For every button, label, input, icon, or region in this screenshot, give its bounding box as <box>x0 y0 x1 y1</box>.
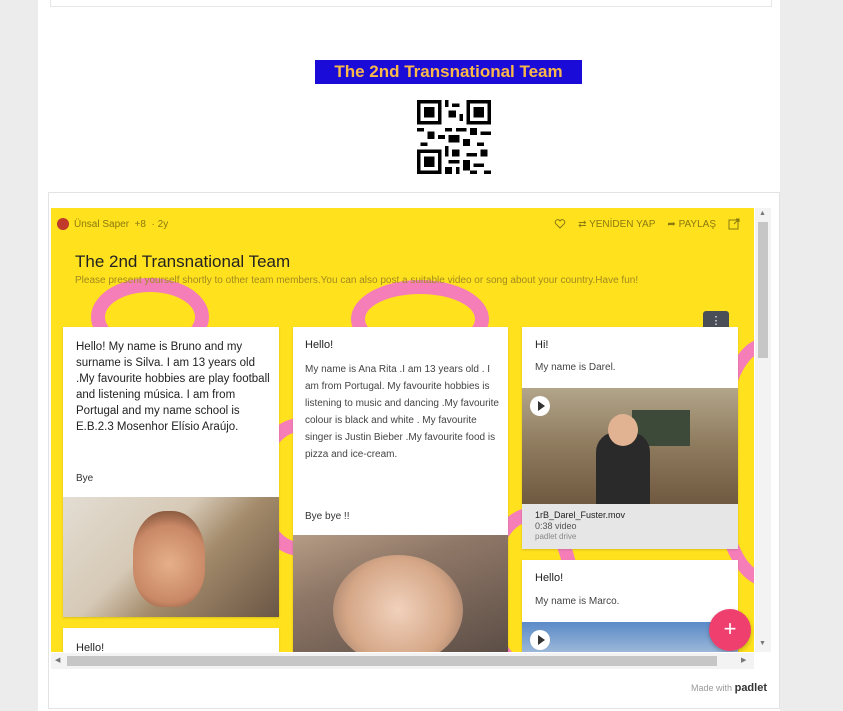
attachment-filename: 1rB_Darel_Fuster.mov <box>535 510 626 520</box>
horizontal-scrollbar[interactable]: ◀ ▶ <box>51 653 754 669</box>
scroll-up-icon[interactable]: ▲ <box>759 210 766 217</box>
avatar[interactable] <box>57 218 69 230</box>
horizontal-scroll-thumb[interactable] <box>67 656 717 666</box>
post-card[interactable]: Hello! My name is Ana Rita .I am 13 year… <box>293 327 508 652</box>
made-with-label: Made with <box>691 683 733 693</box>
remake-button[interactable]: ⇄ YENİDEN YAP <box>578 219 655 230</box>
video-subject-head <box>608 414 638 446</box>
post-text: My name is Darel. <box>535 362 616 373</box>
padlet-board: Ünsal Saper +8 · 2y ⇄ YENİDEN YAP ➦ PAYL… <box>51 208 754 652</box>
post-card[interactable]: Hello! My name is Marco. <box>522 560 738 652</box>
post-title: Hi! <box>535 339 549 351</box>
heart-icon[interactable] <box>554 218 566 230</box>
photo-subject <box>333 555 463 652</box>
post-footer: Bye bye !! <box>305 511 350 522</box>
page-title-banner: The 2nd Transnational Team <box>315 60 582 84</box>
qr-code <box>417 100 491 174</box>
remake-icon: ⇄ <box>578 218 587 230</box>
attachment-duration: 0:38 video <box>535 521 577 531</box>
page: The 2nd Transnational Team Ünsal Saper +… <box>38 0 780 711</box>
padlet-topbar: Ünsal Saper +8 · 2y ⇄ YENİDEN YAP ➦ PAYL… <box>51 208 754 238</box>
board-title: The 2nd Transnational Team <box>75 252 291 271</box>
post-age: 2y <box>157 219 169 230</box>
topbar-actions: ⇄ YENİDEN YAP ➦ PAYLAŞ <box>554 218 740 230</box>
board-description: Please present yourself shortly to other… <box>75 275 639 286</box>
post-photo <box>63 497 279 617</box>
post-text: My name is Ana Rita .I am 13 years old .… <box>305 364 499 460</box>
top-frame <box>50 0 772 7</box>
post-title: Hello! <box>76 642 105 652</box>
scroll-down-icon[interactable]: ▼ <box>759 640 766 647</box>
remake-label: YENİDEN YAP <box>589 218 656 230</box>
post-text: Hello! My name is Bruno and my surname i… <box>76 341 270 433</box>
vertical-scroll-thumb[interactable] <box>758 222 768 358</box>
video-thumbnail[interactable] <box>522 622 738 652</box>
post-title: Hello! <box>535 572 564 584</box>
post-card[interactable]: Hi! My name is Darel. 1rB_Darel_Fuster.m… <box>522 327 738 549</box>
post-card[interactable]: Hello! <box>63 628 279 652</box>
post-card[interactable]: Hello! My name is Bruno and my surname i… <box>63 327 279 617</box>
author-line: Ünsal Saper +8 · 2y <box>74 219 169 230</box>
vertical-scrollbar[interactable]: ▲ ▼ <box>755 208 771 652</box>
share-label: PAYLAŞ <box>678 218 716 230</box>
play-icon[interactable] <box>530 396 550 416</box>
post-footer: Bye <box>76 473 94 484</box>
padlet-embed: Ünsal Saper +8 · 2y ⇄ YENİDEN YAP ➦ PAYL… <box>48 192 780 709</box>
photo-subject <box>133 511 205 607</box>
open-external-icon[interactable] <box>728 218 740 230</box>
attachment-meta: 1rB_Darel_Fuster.mov 0:38 video padlet d… <box>522 504 738 549</box>
add-post-button[interactable]: + <box>709 609 751 651</box>
scroll-right-icon[interactable]: ▶ <box>741 656 746 664</box>
made-with-padlet[interactable]: Made with padlet <box>691 682 767 694</box>
attachment-source: padlet drive <box>535 532 577 541</box>
post-text: My name is Marco. <box>535 596 620 607</box>
post-photo <box>293 535 508 652</box>
play-icon[interactable] <box>530 630 550 650</box>
scroll-left-icon[interactable]: ◀ <box>55 656 60 664</box>
share-icon: ➦ <box>667 218 676 230</box>
padlet-logo: padlet <box>734 682 767 694</box>
share-button[interactable]: ➦ PAYLAŞ <box>667 219 716 230</box>
video-thumbnail[interactable] <box>522 388 738 504</box>
vertical-dots-icon: ⋮ <box>710 315 722 327</box>
author-name[interactable]: Ünsal Saper <box>74 219 129 230</box>
contributors-count: +8 <box>134 219 146 230</box>
post-title: Hello! <box>305 339 334 351</box>
